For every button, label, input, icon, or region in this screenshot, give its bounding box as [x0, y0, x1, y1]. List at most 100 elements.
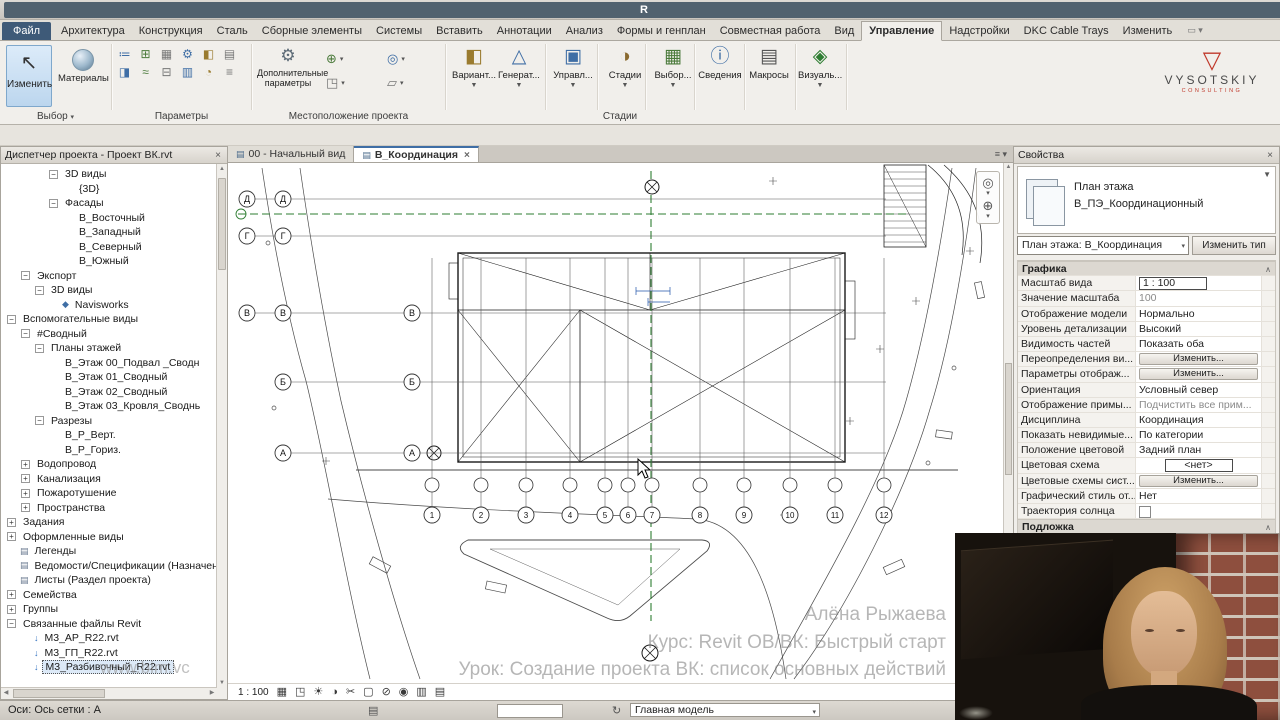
tree-item[interactable]: ↓ М3_ГП_R22.rvt: [1, 646, 217, 661]
grid-bubble[interactable]: А: [403, 444, 421, 462]
grid-bubble[interactable]: В: [403, 304, 421, 322]
tree-item[interactable]: ◆ Navisworks: [1, 298, 217, 313]
tree-item[interactable]: ▤ Ведомости/Спецификации (Назначен: [1, 559, 217, 574]
tree-item[interactable]: ↓ М3_АР_R22.rvt: [1, 631, 217, 646]
tree-item-label[interactable]: Легенды: [32, 545, 80, 557]
property-value[interactable]: Задний план: [1136, 443, 1261, 458]
additional-settings-icon[interactable]: ▥: [180, 65, 195, 80]
position-tool[interactable]: ◎ ▾: [387, 51, 438, 67]
ribbon-tab-Совместная работа[interactable]: Совместная работа: [713, 22, 828, 40]
tree-item[interactable]: + Семейства: [1, 588, 217, 603]
grid-bubble[interactable]: Г: [238, 227, 256, 245]
edit-type-button[interactable]: Изменить тип: [1192, 236, 1276, 255]
tree-item-label[interactable]: Канализация: [34, 473, 104, 485]
manage-links-button[interactable]: ▣ Управл... ▼: [551, 44, 595, 90]
tree-item-label[interactable]: Задания: [20, 516, 68, 528]
transfer-project-standards-icon[interactable]: ⚙: [180, 47, 195, 62]
project-browser-header[interactable]: Диспетчер проекта - Проект ВК.rvt ×: [1, 147, 227, 164]
ribbon-tab-Сталь[interactable]: Сталь: [210, 22, 255, 40]
ribbon-options-icon[interactable]: ▭ ▾: [1187, 25, 1203, 40]
tree-item[interactable]: + Водопровод: [1, 457, 217, 472]
edit-button[interactable]: Изменить...: [1139, 353, 1258, 366]
design-option-combo[interactable]: Главная модель ▾: [630, 703, 820, 717]
property-value[interactable]: По категории: [1136, 428, 1261, 443]
scrollbar-thumb[interactable]: [218, 178, 226, 270]
grid-bubble[interactable]: 9: [735, 506, 753, 524]
site-location-tool[interactable]: ◳ ▾: [326, 75, 377, 91]
additional-parameters-button[interactable]: ⚙ Дополнительные параметры: [257, 46, 328, 110]
collapse-icon[interactable]: −: [7, 619, 16, 629]
property-value[interactable]: 100: [1136, 291, 1261, 306]
grid-bubble[interactable]: 11: [826, 506, 844, 524]
tree-item-label[interactable]: В_Р_Верт.: [62, 429, 119, 441]
tree-item-label[interactable]: Семейства: [20, 589, 80, 601]
tree-item[interactable]: − Разрезы: [1, 414, 217, 429]
value-field[interactable]: 1 : 100: [1139, 277, 1207, 291]
ribbon-tab-DKC Cable Trays[interactable]: DKC Cable Trays: [1017, 22, 1116, 40]
tree-item-label[interactable]: Ведомости/Спецификации (Назначен: [32, 560, 217, 572]
tree-item[interactable]: В_Западный: [1, 225, 217, 240]
grid-bubble[interactable]: 4: [561, 506, 579, 524]
ribbon-tab-Изменить[interactable]: Изменить: [1116, 22, 1180, 40]
ribbon-tab-Управление[interactable]: Управление: [861, 21, 943, 41]
grid-bubble[interactable]: Б: [403, 373, 421, 391]
panel-label-selection[interactable]: Выбор ▾: [0, 110, 111, 123]
grid-bubble[interactable]: 3: [517, 506, 535, 524]
tree-item-label[interactable]: Водопровод: [34, 458, 99, 470]
refresh-icon[interactable]: ↻: [612, 704, 621, 717]
ribbon-tab-Вставить[interactable]: Вставить: [429, 22, 490, 40]
drawing-canvas[interactable]: ДДГГВВВББАА123456789101112 ◎ ▾ ⊕ ▾ ▲ ▼ 1…: [228, 163, 1013, 700]
application-menu-icon[interactable]: R: [4, 1, 1280, 18]
section-collapse-icon[interactable]: ∧: [1261, 520, 1275, 533]
structural-settings-icon[interactable]: ◨: [117, 65, 132, 80]
tree-item-label[interactable]: Фасады: [62, 197, 107, 209]
grid-bubble[interactable]: 2: [472, 506, 490, 524]
tree-item[interactable]: − Экспорт: [1, 269, 217, 284]
tree-item[interactable]: − Планы этажей: [1, 341, 217, 356]
tree-item-label[interactable]: Экспорт: [34, 270, 79, 282]
tree-item[interactable]: + Канализация: [1, 472, 217, 487]
ribbon-tab-Аннотации[interactable]: Аннотации: [490, 22, 559, 40]
scrollbar-thumb[interactable]: [13, 689, 105, 698]
ribbon-tab-Сборные элементы[interactable]: Сборные элементы: [255, 22, 369, 40]
close-icon[interactable]: ×: [1265, 150, 1275, 161]
crop-view-icon[interactable]: ✂: [346, 685, 355, 699]
tree-item[interactable]: −3D виды: [1, 283, 217, 298]
grid-bubble[interactable]: 12: [875, 506, 893, 524]
tree-item-label[interactable]: 3D виды: [48, 284, 95, 296]
steering-wheel-arrow-icon[interactable]: ▾: [986, 190, 990, 197]
materials-button[interactable]: Материалы: [58, 45, 109, 107]
view-tab-00 - Начальный вид[interactable]: ▤ 00 - Начальный вид: [228, 146, 355, 162]
tree-item[interactable]: В_Северный: [1, 240, 217, 255]
grid-bubble[interactable]: 7: [643, 506, 661, 524]
visual-programming-button[interactable]: ◈ Визуаль... ▼: [798, 44, 842, 90]
value-field[interactable]: <нет>: [1164, 459, 1233, 473]
collapse-icon[interactable]: −: [35, 285, 44, 295]
tree-item[interactable]: ↓ М3_Разбивочный_R22.rvt: [1, 660, 217, 675]
visual-style-icon[interactable]: ◳: [295, 685, 305, 699]
instance-selector-combo[interactable]: План этажа: В_Координация ▾: [1017, 236, 1189, 255]
tree-item-label[interactable]: Navisworks: [72, 299, 132, 311]
tree-item[interactable]: В_Южный: [1, 254, 217, 269]
property-value[interactable]: Нормально: [1136, 306, 1261, 321]
grid-bubble[interactable]: Д: [274, 190, 292, 208]
tree-item-label[interactable]: В_Западный: [76, 226, 144, 238]
grid-bubble[interactable]: Б: [274, 373, 292, 391]
design-options-button[interactable]: ◧ Вариант... ▼: [452, 44, 496, 90]
collapse-icon[interactable]: −: [49, 198, 58, 208]
tree-item-label[interactable]: В_Р_Гориз.: [62, 444, 124, 456]
tree-item[interactable]: {3D}: [1, 182, 217, 197]
tree-item-label[interactable]: В_Южный: [76, 255, 132, 267]
tree-item[interactable]: В_Этаж 03_Кровля_Своднь: [1, 399, 217, 414]
grid-bubble[interactable]: А: [274, 444, 292, 462]
grid-bubble[interactable]: 6: [619, 506, 637, 524]
tree-item[interactable]: + Пожаротушение: [1, 486, 217, 501]
phases-button[interactable]: ◑ Стадии ▼: [603, 44, 647, 90]
tree-item-label[interactable]: Вспомогательные виды: [20, 313, 141, 325]
type-selector-arrow-icon[interactable]: ▼: [1263, 170, 1271, 179]
tree-item-label[interactable]: Пожаротушение: [34, 487, 120, 499]
rotate-true-north-tool[interactable]: ▱ ▾: [387, 75, 438, 91]
coordinates-tool[interactable]: ⊕ ▾: [326, 51, 377, 67]
collapse-icon[interactable]: −: [49, 169, 58, 179]
tree-item-label[interactable]: Оформленные виды: [20, 531, 127, 543]
